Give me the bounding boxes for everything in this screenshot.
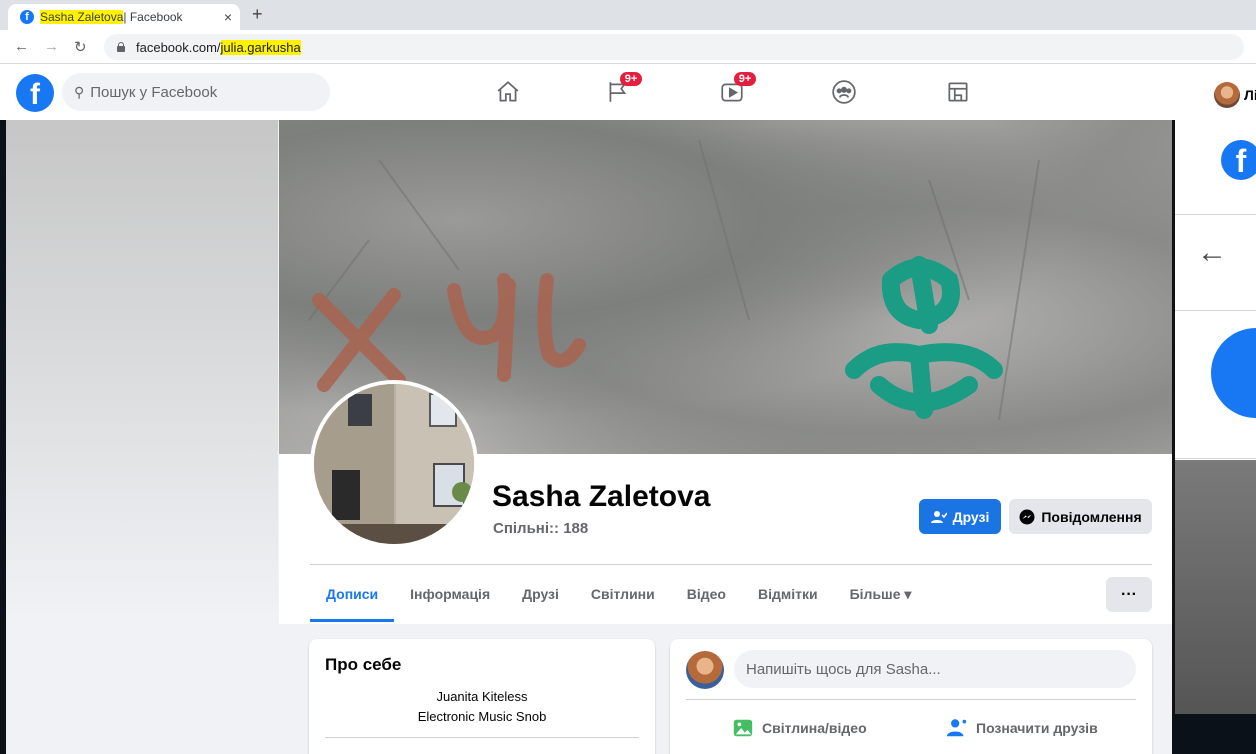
tab-title-highlight: Sasha Zaletova (40, 10, 124, 24)
intro-divider (325, 737, 639, 738)
message-button[interactable]: Повідомлення (1009, 499, 1152, 534)
profile-divider (310, 564, 1152, 565)
overlay-divider (1175, 214, 1256, 215)
browser-tab-strip: f Sasha Zaletova | Facebook × + (0, 0, 1256, 30)
facebook-favicon-icon: f (20, 10, 34, 24)
mutual-friends-count[interactable]: Спільні:: 188 (493, 520, 588, 537)
pages-icon[interactable]: 9+ (578, 64, 658, 120)
composer-divider (686, 699, 1136, 700)
desktop-corner (1172, 714, 1256, 754)
photo-icon (733, 719, 753, 737)
photo-video-button[interactable]: Світлина/відео (732, 717, 867, 739)
user-name: Ліна (1244, 87, 1256, 103)
gaming-icon[interactable] (918, 64, 998, 120)
search-placeholder: Пошук у Facebook (90, 83, 218, 101)
left-background (6, 120, 278, 620)
new-tab-button[interactable]: + (252, 5, 263, 23)
tab-close-icon[interactable]: × (224, 9, 232, 25)
tab-videos[interactable]: Відео (671, 566, 742, 622)
friends-button[interactable]: Друзі (919, 499, 1001, 534)
profile-name: Sasha Zaletova (492, 480, 711, 513)
avatar (1214, 82, 1240, 108)
forward-arrow-icon[interactable]: → (44, 38, 59, 55)
overlapping-window: f ← (1172, 120, 1256, 714)
facebook-header: f ⚲ Пошук у Facebook 9+ 9+ Ліна (0, 64, 1256, 120)
bio-line: Juanita Kiteless (436, 689, 528, 704)
lock-icon (116, 42, 126, 52)
facebook-logo-icon: f (1221, 140, 1256, 180)
search-input[interactable]: ⚲ Пошук у Facebook (62, 73, 330, 111)
avatar (686, 651, 724, 689)
address-bar[interactable]: facebook.com/julia.garkusha (104, 34, 1244, 60)
friends-button-label: Друзі (952, 508, 990, 525)
current-user[interactable]: Ліна (1214, 82, 1256, 108)
composer-input[interactable]: Напишіть щось для Sasha... (734, 650, 1136, 688)
browser-tab[interactable]: f Sasha Zaletova | Facebook × (8, 4, 240, 30)
watch-icon[interactable]: 9+ (692, 64, 772, 120)
profile-picture-image (314, 384, 474, 544)
tab-photos[interactable]: Світлини (575, 566, 671, 622)
url-domain: facebook.com/ (136, 39, 221, 55)
tag-friends-button[interactable]: Позначити друзів (946, 717, 1098, 739)
photo-video-label: Світлина/відео (762, 720, 867, 736)
search-icon: ⚲ (74, 83, 85, 100)
browser-toolbar: ← → ↻ facebook.com/julia.garkusha (0, 30, 1256, 64)
tab-checkins[interactable]: Відмітки (742, 566, 834, 622)
facebook-logo-large-icon (1211, 328, 1256, 418)
tab-about[interactable]: Інформація (394, 566, 506, 622)
tab-more[interactable]: Більше ▾ (834, 566, 928, 622)
overlay-image (1175, 460, 1256, 714)
intro-title: Про себе (325, 655, 402, 674)
overlay-divider (1175, 458, 1256, 459)
home-icon[interactable] (468, 64, 548, 120)
profile-picture[interactable] (314, 384, 474, 544)
tag-friends-icon (946, 719, 967, 737)
tag-friends-label: Позначити друзів (976, 720, 1098, 736)
groups-icon[interactable] (804, 64, 884, 120)
message-button-label: Повідомлення (1041, 508, 1142, 525)
watch-badge: 9+ (734, 72, 756, 86)
more-options-button[interactable]: ··· (1106, 577, 1152, 612)
back-arrow-icon[interactable]: ← (1197, 236, 1227, 270)
reload-icon[interactable]: ↻ (74, 38, 87, 56)
overlay-divider (1175, 310, 1256, 311)
pages-badge: 9+ (620, 72, 642, 86)
back-arrow-icon[interactable]: ← (14, 38, 29, 55)
intro-card: Про себе Juanita Kiteless Electronic Mus… (309, 639, 655, 754)
screen: f Sasha Zaletova | Facebook × + ← → ↻ fa… (0, 0, 1256, 754)
url-path-highlight: julia.garkusha (220, 39, 301, 55)
profile-picture-frame (310, 380, 478, 548)
bio-line: Electronic Music Snob (417, 709, 547, 724)
profile-tabs: Дописи Інформація Друзі Світлини Відео В… (310, 566, 927, 622)
tab-friends[interactable]: Друзі (506, 566, 575, 622)
facebook-logo-icon[interactable]: f (16, 74, 54, 112)
post-composer: Напишіть щось для Sasha... Світлина/віде… (670, 639, 1152, 754)
messenger-icon (1019, 509, 1035, 524)
tab-title-rest: | Facebook (123, 10, 183, 24)
tab-posts[interactable]: Дописи (310, 566, 395, 622)
friend-check-icon (930, 510, 947, 523)
